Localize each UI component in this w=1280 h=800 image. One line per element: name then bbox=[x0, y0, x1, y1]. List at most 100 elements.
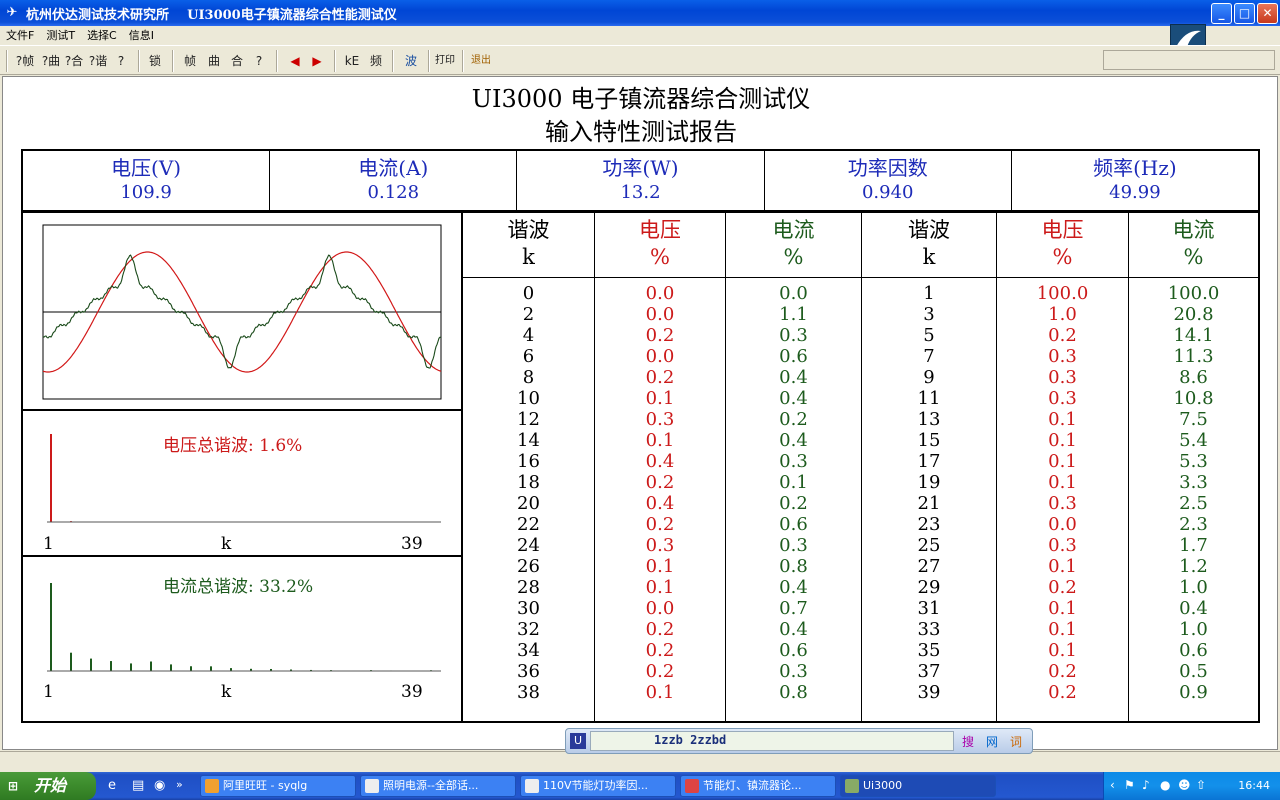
summary-label: 功率因数 bbox=[847, 156, 928, 180]
column-even-voltage: 0.0 0.0 0.2 0.0 0.2 0.1 0.3 0.1 0.4 0.2 0.4 0.2 0.3 0… bbox=[595, 278, 726, 721]
table-cell: 100.0 bbox=[1167, 283, 1220, 304]
table-cell: 8 bbox=[522, 367, 535, 388]
ie-icon[interactable]: e bbox=[108, 778, 116, 793]
table-cell: 5.3 bbox=[1179, 451, 1208, 472]
tray-update-icon[interactable]: ⇧ bbox=[1196, 778, 1206, 792]
table-cell: 38 bbox=[517, 682, 540, 703]
table-cell: 0.8 bbox=[779, 682, 808, 703]
table-cell: 0.0 bbox=[645, 304, 675, 325]
maximize-button[interactable]: □ bbox=[1234, 3, 1255, 24]
table-cell: 19 bbox=[917, 472, 941, 493]
report-area: UI3000 电子镇流器综合测试仪 输入特性测试报告 电压(V) 109.9 电… bbox=[2, 76, 1278, 750]
table-cell: 0.0 bbox=[779, 283, 808, 304]
ime-settings-icon[interactable]: 词 bbox=[1010, 733, 1022, 750]
ime-web-icon[interactable]: 网 bbox=[986, 733, 998, 750]
exit-door-icon[interactable]: 退出 bbox=[468, 50, 494, 72]
tray-app-icon[interactable]: ☻ bbox=[1178, 778, 1191, 792]
table-cell: 0.2 bbox=[1048, 661, 1077, 682]
desktop-icon[interactable]: ▤ bbox=[132, 778, 144, 793]
table-cell: 0.3 bbox=[779, 451, 808, 472]
toolbar: ?帧 ?曲 ?合 ?谐 ? 锁 帧 曲 合 ? ◀ ▶ kE 频 波 打印 退出 bbox=[0, 45, 1280, 75]
tray-volume-icon[interactable]: ♪ bbox=[1142, 778, 1150, 792]
table-cell: 34 bbox=[517, 640, 540, 661]
table-cell: 20.8 bbox=[1173, 304, 1214, 325]
wave-tool-icon[interactable]: 波 bbox=[398, 50, 424, 72]
frequency-tool-icon[interactable]: 频 bbox=[364, 50, 388, 72]
help-combine-tool-icon[interactable]: ?合 bbox=[62, 50, 86, 72]
taskbar: ⊞ 开始 e ▤ ◉ » 阿里旺旺 - syqlg 照明电源--全部话... 1… bbox=[0, 772, 1280, 800]
ime-logo-icon[interactable]: U bbox=[570, 733, 586, 749]
combine-tool-icon[interactable]: 合 bbox=[226, 50, 248, 72]
help-frame-tool-icon[interactable]: ?帧 bbox=[12, 50, 38, 72]
ime-candidates[interactable]: 1zzb 2zzbd bbox=[654, 733, 726, 747]
lock-icon[interactable]: 锁 bbox=[144, 50, 166, 72]
help-curve-tool-icon[interactable]: ?曲 bbox=[38, 50, 64, 72]
summary-value: 109.9 bbox=[120, 182, 172, 203]
arrow-left-icon[interactable]: ◀ bbox=[284, 50, 306, 72]
summary-label: 电流(A) bbox=[358, 156, 429, 180]
column-even-k: 0 2 4 6 8 10 12 14 16 18 20 22 24 26 28 30 32 34 36 38 bbox=[463, 278, 595, 721]
media-icon[interactable]: ◉ bbox=[154, 778, 165, 793]
quicklaunch-chevron-icon[interactable]: » bbox=[176, 778, 183, 791]
table-cell: 0.2 bbox=[645, 325, 675, 346]
tray-network-icon[interactable]: ⚑ bbox=[1124, 778, 1135, 792]
help-harmonic-tool-icon[interactable]: ?谐 bbox=[86, 50, 110, 72]
task-lighting-forum[interactable]: 照明电源--全部话... bbox=[360, 775, 516, 797]
table-cell: 0.3 bbox=[779, 661, 808, 682]
table-cell: 0.1 bbox=[645, 388, 675, 409]
arrow-right-icon[interactable]: ▶ bbox=[306, 50, 328, 72]
start-button[interactable]: ⊞ 开始 bbox=[0, 772, 96, 800]
voltage-axis-start: 1 bbox=[43, 534, 54, 554]
close-button[interactable]: ✕ bbox=[1257, 3, 1278, 24]
table-cell: 0.3 bbox=[1048, 535, 1077, 556]
table-cell: 24 bbox=[517, 535, 540, 556]
table-cell: 23 bbox=[917, 514, 941, 535]
toolbar-separator bbox=[462, 50, 464, 72]
header-current-even: 电流 % bbox=[726, 213, 862, 277]
table-cell: 0.2 bbox=[1048, 577, 1077, 598]
menu-test[interactable]: 测试T bbox=[40, 27, 81, 43]
table-cell: 21 bbox=[917, 493, 941, 514]
task-label: 节能灯、镇流器论... bbox=[703, 779, 802, 792]
summary-table: 电压(V) 109.9 电流(A) 0.128 功率(W) 13.2 功率因数 … bbox=[21, 149, 1260, 212]
table-cell: 0.2 bbox=[1048, 682, 1077, 703]
summary-value: 49.99 bbox=[1109, 182, 1161, 203]
energy-tool-icon[interactable]: kE bbox=[340, 50, 364, 72]
ime-input-box[interactable] bbox=[590, 731, 954, 751]
title-bar[interactable]: ✈ 杭州伏达测试技术研究所 UI3000电子镇流器综合性能测试仪 _ □ ✕ bbox=[0, 0, 1280, 26]
menu-info[interactable]: 信息I bbox=[123, 27, 160, 43]
ime-search-icon[interactable]: 搜 bbox=[962, 733, 974, 750]
header-harmonic-odd: 谐波 k bbox=[862, 213, 997, 277]
menu-bar: 文件F 测试T 选择C 信息I bbox=[0, 26, 1280, 44]
task-110v-lamp[interactable]: 110V节能灯功率因... bbox=[520, 775, 676, 797]
task-ballast-forum[interactable]: 节能灯、镇流器论... bbox=[680, 775, 836, 797]
query-tool-icon[interactable]: ? bbox=[248, 50, 270, 72]
task-aliwangwang[interactable]: 阿里旺旺 - syqlg bbox=[200, 775, 356, 797]
start-label: 开始 bbox=[34, 776, 67, 795]
aliwangwang-icon bbox=[205, 779, 219, 793]
tray-chat-icon[interactable]: ● bbox=[1160, 778, 1170, 792]
printer-icon[interactable]: 打印 bbox=[432, 50, 458, 72]
summary-current: 电流(A) 0.128 bbox=[270, 151, 518, 210]
table-cell: 0.4 bbox=[1179, 598, 1208, 619]
curve-tool-icon[interactable]: 曲 bbox=[202, 50, 226, 72]
help-tool-icon[interactable]: ? bbox=[110, 50, 132, 72]
table-cell: 0.1 bbox=[1048, 409, 1077, 430]
header-text: 电流 bbox=[1172, 218, 1215, 242]
table-cell: 25 bbox=[917, 535, 941, 556]
tray-chevron-icon[interactable]: ‹ bbox=[1110, 778, 1115, 792]
summary-power: 功率(W) 13.2 bbox=[517, 151, 765, 210]
ime-toolbar[interactable]: U 1zzb 2zzbd 搜 网 词 bbox=[565, 728, 1033, 754]
column-odd-k: 1 3 5 7 9 11 13 15 17 19 21 23 25 27 29 31 33 35 37 39 bbox=[862, 278, 997, 721]
task-ui3000[interactable]: Ui3000 bbox=[840, 775, 996, 797]
table-cell: 0.0 bbox=[645, 346, 675, 367]
graphs-panel: 电压总谐波: 1.6% 1 k 39 电流总谐波: 33.2% 1 k 39 bbox=[23, 213, 463, 721]
menu-select[interactable]: 选择C bbox=[81, 27, 123, 43]
minimize-button[interactable]: _ bbox=[1211, 3, 1232, 24]
table-cell: 100.0 bbox=[1036, 283, 1089, 304]
table-cell: 1.7 bbox=[1179, 535, 1208, 556]
menu-file[interactable]: 文件F bbox=[0, 27, 40, 43]
harmonics-table-header: 谐波 k 电压 % 电流 % 谐波 k 电压 % 电流 % bbox=[463, 213, 1258, 278]
frame-tool-icon[interactable]: 帧 bbox=[178, 50, 202, 72]
header-harmonic-even: 谐波 k bbox=[463, 213, 595, 277]
